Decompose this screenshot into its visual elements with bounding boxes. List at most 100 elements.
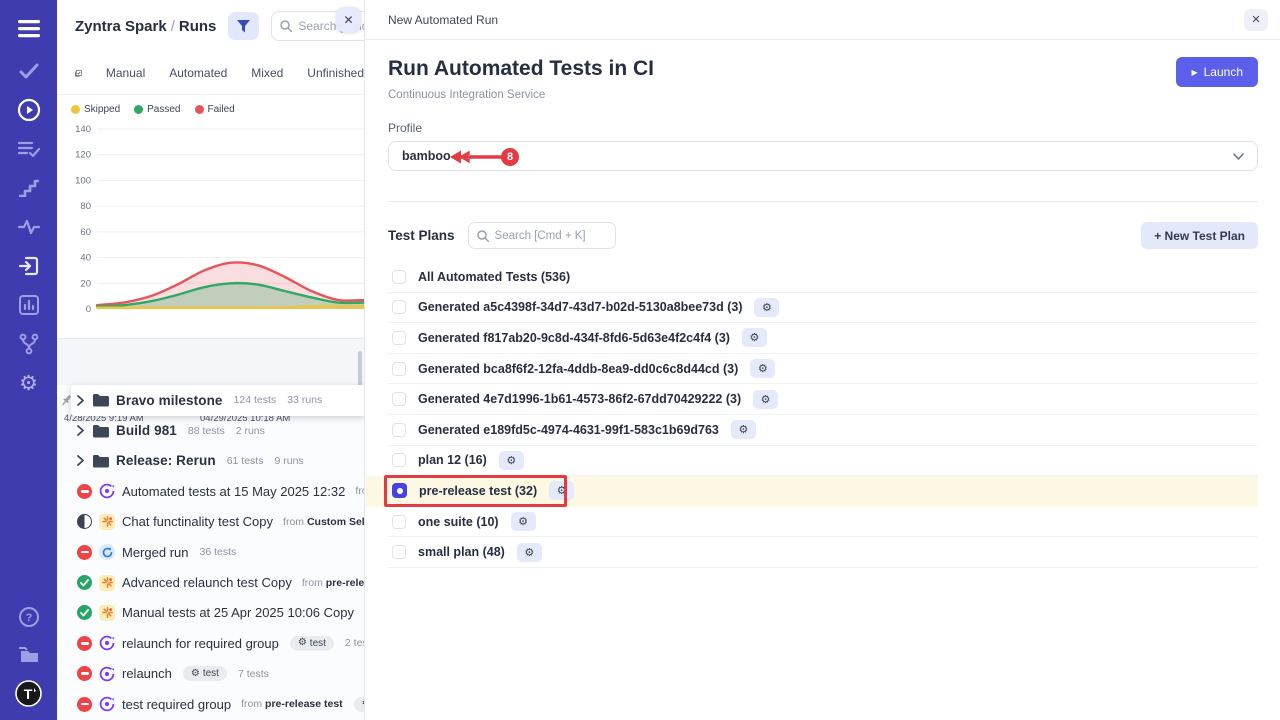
test-plan-row[interactable]: All Automated Tests (536) — [388, 262, 1258, 293]
automation-run-icon — [99, 635, 115, 651]
run-row[interactable]: Chat functinality test Copy from Custom … — [57, 507, 364, 537]
plan-settings-button[interactable]: ⚙ — [753, 390, 778, 409]
run-row[interactable]: Release: Rerun 61 tests 9 runs — [57, 446, 364, 476]
check-icon[interactable] — [0, 52, 57, 90]
run-meta: 2 tests — [345, 637, 365, 649]
checkbox-unchecked[interactable] — [392, 300, 406, 314]
plan-settings-button[interactable]: ⚙ — [750, 359, 775, 378]
test-plan-row[interactable]: one suite (10) ⚙ — [388, 507, 1258, 538]
checkbox-unchecked[interactable] — [392, 362, 406, 376]
sparkle-icon — [99, 605, 115, 621]
test-plan-row[interactable]: plan 12 (16) ⚙ — [388, 446, 1258, 477]
test-plan-row[interactable]: Generated e189fd5c-4974-4631-99f1-583c1b… — [388, 415, 1258, 446]
chevron-right-icon[interactable] — [77, 455, 84, 466]
test-plans-search-input[interactable] — [495, 230, 607, 242]
runs-panel-close-button[interactable]: ✕ — [336, 7, 361, 32]
list-check-icon[interactable] — [0, 130, 57, 168]
play-circle-icon[interactable] — [0, 91, 57, 129]
run-row[interactable]: Manual tests at 25 Apr 2025 10:06 Copy f… — [57, 598, 364, 628]
plan-settings-button[interactable]: ⚙ — [511, 512, 536, 531]
run-row[interactable]: Build 981 88 tests 2 runs — [57, 415, 364, 445]
test-plan-row[interactable]: Generated a5c4398f-34d7-43d7-b02d-5130a8… — [388, 293, 1258, 324]
hamburger-menu-icon[interactable] — [0, 10, 57, 48]
failed-status-icon — [77, 666, 92, 681]
svg-text:T: T — [24, 686, 33, 702]
test-plan-row[interactable]: Generated 4e7d1996-1b61-4573-86f2-67dd70… — [388, 384, 1258, 415]
run-name: Build 981 — [116, 423, 177, 438]
funnel-icon — [237, 20, 250, 33]
test-plan-label: one suite (10) — [418, 515, 499, 529]
passed-status-icon — [77, 575, 92, 590]
runs-tab[interactable]: Automated — [169, 66, 227, 80]
panel-topbar: New Automated Run ✕ — [366, 0, 1280, 40]
checkbox-unchecked[interactable] — [392, 423, 406, 437]
run-row[interactable]: relaunch for required group ⚙test 2 test… — [57, 628, 364, 658]
run-row[interactable]: Bravo milestone 124 tests 33 runs — [57, 385, 364, 415]
logo-t[interactable]: T — [0, 674, 57, 712]
gear-icon[interactable]: ⚙ — [0, 364, 57, 402]
test-plan-row[interactable]: Generated f817ab20-9c8d-434f-8fd6-5d63e4… — [388, 323, 1258, 354]
gear-icon: ⚙ — [191, 669, 200, 679]
svg-text:60: 60 — [80, 227, 91, 238]
checkbox-unchecked[interactable] — [392, 270, 406, 284]
run-name: Merged run — [122, 545, 188, 560]
exit-box-icon[interactable] — [0, 247, 57, 285]
bar-chart-icon[interactable] — [0, 286, 57, 324]
run-name: relaunch — [122, 666, 172, 681]
plan-settings-button[interactable]: ⚙ — [731, 420, 756, 439]
test-plan-row[interactable]: Generated bca8f6f2-12fa-4ddb-8ea9-dd0c6c… — [388, 354, 1258, 385]
legend-dot — [195, 105, 204, 114]
run-row[interactable]: test required group from pre-release tes… — [57, 689, 364, 719]
legend-item: Passed — [134, 104, 180, 115]
checkbox-unchecked[interactable] — [392, 331, 406, 345]
test-badge: ⚙test — [290, 636, 334, 651]
run-name: test required group — [122, 697, 231, 712]
test-plan-label: Generated a5c4398f-34d7-43d7-b02d-5130a8… — [418, 300, 742, 314]
plan-settings-button[interactable]: ⚙ — [499, 451, 524, 470]
play-icon: ▶ — [1191, 68, 1197, 77]
checkbox-checked[interactable] — [392, 483, 407, 498]
new-test-plan-button[interactable]: + New Test Plan — [1141, 222, 1258, 249]
test-badge: ⚙test — [354, 697, 365, 712]
passed-status-icon — [77, 605, 92, 620]
run-meta: 7 tests — [238, 668, 269, 680]
test-plan-label: Generated bca8f6f2-12fa-4ddb-8ea9-dd0c6c… — [418, 362, 738, 376]
test-plan-row[interactable]: pre-release test (32) ⚙ — [366, 476, 1258, 507]
help-icon[interactable]: ? — [0, 598, 57, 636]
page-title: Run Automated Tests in CI — [388, 57, 1258, 81]
annotation-arrow: 8 — [449, 147, 519, 167]
run-meta: 36 tests — [199, 546, 236, 558]
chevron-right-icon[interactable] — [77, 395, 84, 406]
run-row[interactable]: Advanced relaunch test Copy from pre-rel… — [57, 567, 364, 597]
test-plan-label: small plan (48) — [418, 545, 505, 559]
runs-tab[interactable]: Unfinished — [307, 66, 364, 80]
plan-settings-button[interactable]: ⚙ — [742, 328, 767, 347]
checkbox-unchecked[interactable] — [392, 545, 406, 559]
plan-settings-button[interactable]: ⚙ — [549, 481, 574, 500]
run-row[interactable]: Merged run 36 tests — [57, 537, 364, 567]
panel-close-button[interactable]: ✕ — [1244, 9, 1268, 31]
plan-settings-button[interactable]: ⚙ — [517, 543, 542, 562]
select-runs-icon[interactable] — [75, 65, 82, 82]
runs-tab[interactable]: Manual — [106, 66, 145, 80]
activity-icon[interactable] — [0, 208, 57, 246]
test-plan-row[interactable]: small plan (48) ⚙ — [388, 537, 1258, 568]
breadcrumb-app: Zyntra Spark — [75, 18, 167, 35]
chevron-right-icon[interactable] — [77, 425, 84, 436]
checkbox-unchecked[interactable] — [392, 392, 406, 406]
run-row[interactable]: relaunch ⚙test 7 tests — [57, 659, 364, 689]
launch-button[interactable]: ▶Launch — [1176, 57, 1258, 87]
legend-dot — [71, 105, 80, 114]
profile-select[interactable]: bamboo 8 — [388, 141, 1258, 171]
filter-button[interactable] — [228, 12, 259, 40]
folders-icon[interactable] — [0, 636, 57, 674]
checkbox-unchecked[interactable] — [392, 515, 406, 529]
annotation-number: 8 — [501, 148, 519, 166]
runs-tab[interactable]: Mixed — [251, 66, 283, 80]
steps-icon[interactable] — [0, 169, 57, 207]
test-plans-search-box[interactable] — [468, 222, 616, 249]
run-row[interactable]: Automated tests at 15 May 2025 12:32 fro… — [57, 476, 364, 506]
git-branch-icon[interactable] — [0, 325, 57, 363]
checkbox-unchecked[interactable] — [392, 453, 406, 467]
plan-settings-button[interactable]: ⚙ — [754, 298, 779, 317]
